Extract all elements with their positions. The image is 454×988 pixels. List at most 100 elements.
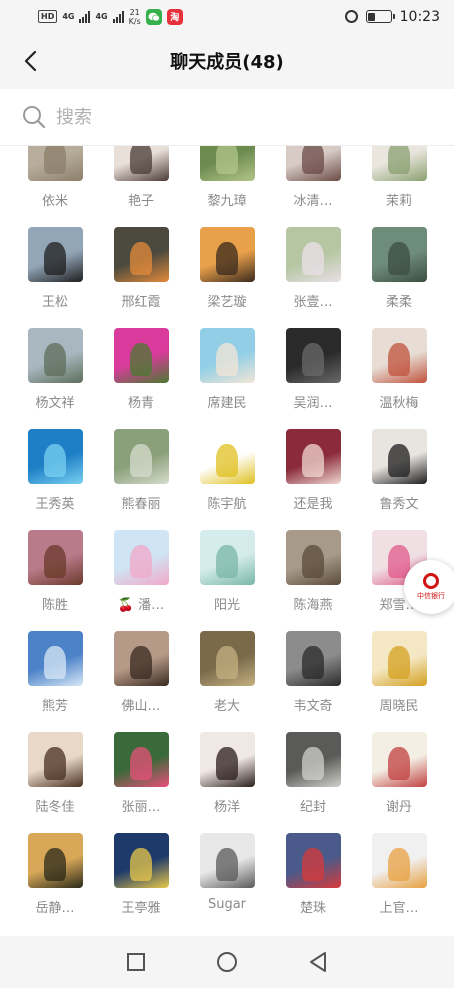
member-item[interactable]: 陈海燕 xyxy=(270,530,356,631)
avatar-figure xyxy=(388,444,410,478)
nav-back-button[interactable] xyxy=(298,942,338,982)
member-name: 还是我 xyxy=(293,497,333,512)
member-item[interactable]: 熊春丽 xyxy=(98,429,184,530)
member-item[interactable]: 岳静… xyxy=(12,833,98,934)
member-item[interactable]: 杨洋 xyxy=(184,732,270,833)
member-item[interactable]: 老大 xyxy=(184,631,270,732)
member-avatar xyxy=(285,833,341,888)
member-avatar xyxy=(199,328,255,383)
member-item[interactable]: 王松 xyxy=(12,227,98,328)
member-name: 依米 xyxy=(41,194,68,209)
member-avatar xyxy=(371,227,427,282)
member-name: 艳子 xyxy=(127,194,154,209)
status-left: HD 4G 4G 21 K/s 淘 xyxy=(38,8,345,26)
member-item[interactable]: 杨文祥 xyxy=(12,328,98,429)
member-item[interactable]: 🍒 潘… xyxy=(98,530,184,631)
member-name: 吴润… xyxy=(293,396,333,411)
member-item[interactable]: 吴润… xyxy=(270,328,356,429)
member-item[interactable]: 黎九璋 xyxy=(184,146,270,227)
member-name: 梁艺璇 xyxy=(207,295,247,310)
avatar-figure xyxy=(216,747,238,781)
member-name: 周晓民 xyxy=(379,699,419,714)
member-item[interactable]: 柔柔 xyxy=(356,227,442,328)
member-item[interactable]: 谢丹 xyxy=(356,732,442,833)
member-avatar xyxy=(285,631,341,686)
signal-icon xyxy=(79,10,91,23)
member-item[interactable]: 纪封 xyxy=(270,732,356,833)
member-name: 🍒 潘… xyxy=(117,598,165,613)
alarm-icon xyxy=(344,10,358,23)
member-item[interactable]: 冰清… xyxy=(270,146,356,227)
member-item[interactable]: 依米 xyxy=(12,146,98,227)
member-item[interactable]: 温秋梅 xyxy=(356,328,442,429)
member-avatar xyxy=(285,429,341,484)
avatar-figure xyxy=(216,146,238,175)
member-avatar xyxy=(371,833,427,888)
avatar-figure xyxy=(216,242,238,276)
member-item[interactable]: 梁艺璇 xyxy=(184,227,270,328)
member-item[interactable]: Sugar xyxy=(184,833,270,934)
member-item[interactable]: 杨青 xyxy=(98,328,184,429)
avatar-figure xyxy=(130,747,152,781)
member-item[interactable]: 周晓民 xyxy=(356,631,442,732)
avatar-figure xyxy=(44,146,66,175)
member-item[interactable]: 张丽… xyxy=(98,732,184,833)
member-item[interactable]: 楚珠 xyxy=(270,833,356,934)
member-name: 邢红霞 xyxy=(121,295,161,310)
member-avatar xyxy=(27,429,83,484)
back-button[interactable] xyxy=(10,41,50,81)
member-name: 杨文祥 xyxy=(35,396,75,411)
member-item[interactable]: 佛山… xyxy=(98,631,184,732)
member-avatar xyxy=(285,530,341,585)
avatar-figure xyxy=(216,848,238,882)
member-avatar xyxy=(371,429,427,484)
avatar-figure xyxy=(302,646,324,680)
member-item[interactable]: 阳光 xyxy=(184,530,270,631)
member-item[interactable]: 席建民 xyxy=(184,328,270,429)
recent-apps-button[interactable] xyxy=(116,942,156,982)
member-item[interactable]: 熊芳 xyxy=(12,631,98,732)
member-item[interactable]: 邢红霞 xyxy=(98,227,184,328)
member-name: 阳光 xyxy=(213,598,240,613)
avatar-figure xyxy=(216,646,238,680)
home-button[interactable] xyxy=(207,942,247,982)
member-avatar xyxy=(27,530,83,585)
hd-icon: HD xyxy=(38,10,58,23)
taobao-icon: 淘 xyxy=(166,8,183,25)
member-item[interactable]: 陈胜 xyxy=(12,530,98,631)
member-avatar xyxy=(199,146,255,181)
member-item[interactable]: 鲁秀文 xyxy=(356,429,442,530)
member-item[interactable]: 王亭雅 xyxy=(98,833,184,934)
clock-time: 10:23 xyxy=(399,8,440,25)
member-item[interactable]: 王秀英 xyxy=(12,429,98,530)
avatar-figure xyxy=(44,848,66,882)
member-avatar xyxy=(199,833,255,888)
home-icon xyxy=(216,952,237,972)
member-name: Sugar xyxy=(207,897,247,912)
member-item[interactable]: 张壹… xyxy=(270,227,356,328)
member-list[interactable]: 依米 艳子 黎九璋 冰清… 茉莉王松 邢红霞 梁艺璇 张壹… 柔柔杨文祥 杨青 席建民 吴润… 温秋梅王… xyxy=(0,146,454,936)
status-bar: HD 4G 4G 21 K/s 淘 10:23 xyxy=(0,0,454,33)
member-item[interactable]: 上官… xyxy=(356,833,442,934)
member-avatar xyxy=(371,328,427,383)
speed-value: 21 xyxy=(129,7,140,17)
search-box[interactable] xyxy=(0,89,454,145)
avatar-figure xyxy=(302,242,324,276)
member-name: 熊芳 xyxy=(41,699,68,714)
member-item[interactable]: 茉莉 xyxy=(356,146,442,227)
member-item[interactable]: 还是我 xyxy=(270,429,356,530)
member-item[interactable]: 陆冬佳 xyxy=(12,732,98,833)
battery-icon xyxy=(365,10,395,23)
chevron-left-icon xyxy=(24,50,37,72)
member-name: 王亭雅 xyxy=(121,901,161,916)
member-name: 茉莉 xyxy=(385,194,412,209)
member-item[interactable]: 陈宇航 xyxy=(184,429,270,530)
avatar-figure xyxy=(130,146,152,175)
search-input[interactable] xyxy=(56,106,416,128)
floating-bank-badge[interactable]: 中信银行 xyxy=(404,560,454,614)
member-name: 王松 xyxy=(41,295,68,310)
member-avatar xyxy=(371,631,427,686)
member-item[interactable]: 韦文奇 xyxy=(270,631,356,732)
member-item[interactable]: 艳子 xyxy=(98,146,184,227)
member-avatar xyxy=(199,631,255,686)
